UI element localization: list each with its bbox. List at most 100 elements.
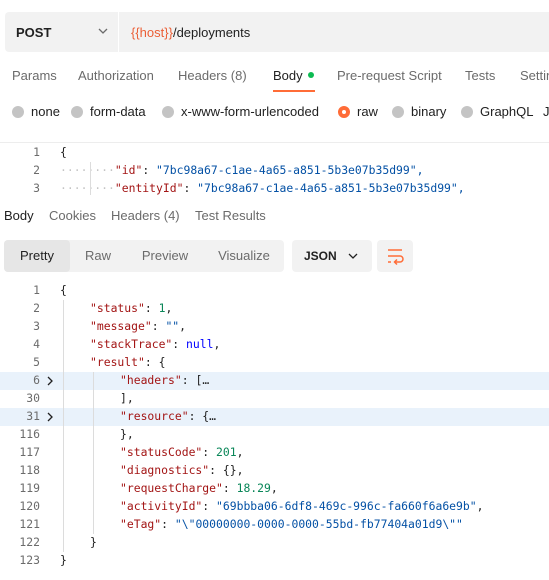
response-tab-cookies[interactable]: Cookies bbox=[49, 208, 96, 223]
json-key: "status" bbox=[90, 301, 145, 315]
mode-preview[interactable]: Preview bbox=[126, 240, 204, 272]
radio-none[interactable]: none bbox=[12, 104, 60, 119]
response-tabs: Body Cookies Headers (4) Test Results bbox=[0, 204, 549, 228]
code-text: "resource": {… bbox=[120, 409, 216, 423]
code-line: 5 "result": { bbox=[0, 354, 549, 372]
json-key: "statusCode" bbox=[120, 445, 203, 459]
code-line: 4 "stackTrace": null, bbox=[0, 336, 549, 354]
line-number: 116 bbox=[19, 427, 40, 441]
json-sep: : bbox=[209, 463, 223, 477]
code-text: }, bbox=[120, 427, 134, 441]
tab-body[interactable]: Body bbox=[273, 68, 314, 83]
url-variable: {{host}} bbox=[131, 24, 173, 40]
line-number: 123 bbox=[19, 553, 40, 567]
code-line-folded[interactable]: 6 "headers": [… bbox=[0, 372, 549, 390]
url-input[interactable]: {{host}}/deployments bbox=[119, 12, 549, 52]
line-number: 2 bbox=[33, 163, 40, 177]
response-tab-test-results[interactable]: Test Results bbox=[195, 208, 266, 223]
tab-headers-count: (8) bbox=[230, 68, 247, 83]
code-text: "headers": [… bbox=[120, 373, 209, 387]
line-number: 1 bbox=[33, 145, 40, 159]
code-text: } bbox=[60, 553, 67, 567]
line-number: 30 bbox=[26, 391, 40, 405]
folded-ellipsis[interactable]: … bbox=[202, 373, 209, 387]
radio-circle-selected bbox=[338, 105, 350, 118]
format-select[interactable]: JSON bbox=[292, 240, 372, 272]
radio-form-data[interactable]: form-data bbox=[71, 104, 146, 119]
raw-format-label: J bbox=[543, 104, 549, 119]
json-value: "\"00000000-0000-0000-55bd-fb77404a01d9\… bbox=[174, 517, 463, 531]
response-tab-body[interactable]: Body bbox=[4, 208, 34, 223]
json-value: 18.29 bbox=[236, 481, 271, 495]
radio-graphql[interactable]: GraphQL bbox=[461, 104, 533, 119]
radio-raw[interactable]: raw bbox=[338, 104, 378, 119]
wrap-lines-button[interactable] bbox=[377, 240, 413, 272]
json-value: { bbox=[158, 355, 166, 369]
json-key: "id" bbox=[114, 163, 143, 177]
json-sep: : bbox=[161, 517, 175, 531]
request-body-editor[interactable]: 1 { 2 ········"id": "7bc98a67-c1ae-4a65-… bbox=[0, 142, 549, 195]
code-text: "stackTrace": null, bbox=[90, 337, 220, 351]
body-type-options: none form-data x-www-form-urlencoded raw… bbox=[0, 100, 549, 124]
code-line: 116 }, bbox=[0, 426, 549, 444]
format-label: JSON bbox=[304, 249, 337, 263]
tab-authorization[interactable]: Authorization bbox=[78, 68, 154, 83]
indent-guide bbox=[93, 372, 94, 534]
json-sep: : bbox=[202, 445, 217, 459]
radio-circle bbox=[71, 105, 83, 118]
code-text: { bbox=[60, 145, 67, 159]
tab-params[interactable]: Params bbox=[12, 68, 57, 83]
response-tab-headers[interactable]: Headers (4) bbox=[111, 208, 180, 223]
radio-circle bbox=[162, 105, 174, 118]
json-key: "resource" bbox=[120, 409, 189, 423]
body-indicator-dot bbox=[307, 72, 314, 78]
chevron-down-icon bbox=[98, 28, 108, 34]
code-line: 1 { bbox=[0, 282, 549, 300]
line-number: 120 bbox=[19, 499, 40, 513]
json-key: "eTag" bbox=[120, 517, 162, 531]
line-number: 2 bbox=[33, 301, 40, 315]
json-sep: : bbox=[222, 481, 237, 495]
indent-guide bbox=[90, 162, 91, 195]
radio-binary-label: binary bbox=[411, 104, 447, 119]
line-number: 6 bbox=[33, 373, 40, 387]
line-number: 119 bbox=[19, 481, 40, 495]
tab-settings[interactable]: Settin bbox=[520, 68, 549, 83]
code-line: 3 ········"entityId": "7bc98a67-c1ae-4a6… bbox=[0, 180, 549, 195]
chevron-right-icon[interactable] bbox=[46, 412, 54, 422]
mode-raw[interactable]: Raw bbox=[70, 240, 126, 272]
chevron-right-icon[interactable] bbox=[46, 376, 54, 386]
response-body-viewer[interactable]: 1 { 2 "status": 1, 3 "message": "", 4 "s… bbox=[0, 280, 549, 580]
radio-form-data-label: form-data bbox=[90, 104, 146, 119]
line-number: 4 bbox=[33, 337, 40, 351]
json-value: null bbox=[186, 337, 214, 351]
code-text: "status": 1, bbox=[90, 301, 172, 315]
code-line: 119 "requestCharge": 18.29, bbox=[0, 480, 549, 498]
tab-body-label: Body bbox=[273, 68, 303, 83]
code-line: 3 "message": "", bbox=[0, 318, 549, 336]
view-mode-segmented: Pretty Raw Preview Visualize bbox=[4, 240, 284, 272]
tab-pre-request-script[interactable]: Pre-request Script bbox=[337, 68, 442, 83]
folded-ellipsis[interactable]: … bbox=[209, 409, 216, 423]
code-text: { bbox=[60, 283, 67, 297]
code-line: 122 } bbox=[0, 534, 549, 552]
code-line-folded[interactable]: 31 "resource": {… bbox=[0, 408, 549, 426]
code-text: "message": "", bbox=[90, 319, 186, 333]
mode-pretty[interactable]: Pretty bbox=[4, 240, 70, 272]
radio-binary[interactable]: binary bbox=[392, 104, 446, 119]
code-line: 121 "eTag": "\"00000000-0000-0000-55bd-f… bbox=[0, 516, 549, 534]
code-text: } bbox=[90, 535, 97, 549]
radio-x-www-form-urlencoded[interactable]: x-www-form-urlencoded bbox=[162, 104, 319, 119]
json-key: "stackTrace" bbox=[90, 337, 173, 351]
code-text: "activityId": "69bbba06-6df8-469c-996c-f… bbox=[120, 499, 483, 513]
code-line: 2 "status": 1, bbox=[0, 300, 549, 318]
tab-tests[interactable]: Tests bbox=[465, 68, 495, 83]
method-select[interactable]: POST bbox=[5, 12, 118, 52]
json-tail: , bbox=[165, 301, 173, 315]
method-label: POST bbox=[16, 24, 52, 40]
mode-visualize[interactable]: Visualize bbox=[204, 240, 284, 272]
tab-headers[interactable]: Headers (8) bbox=[178, 68, 247, 83]
json-sep: : bbox=[144, 355, 159, 369]
raw-format-select[interactable]: J bbox=[543, 104, 549, 119]
line-number: 3 bbox=[33, 319, 40, 333]
